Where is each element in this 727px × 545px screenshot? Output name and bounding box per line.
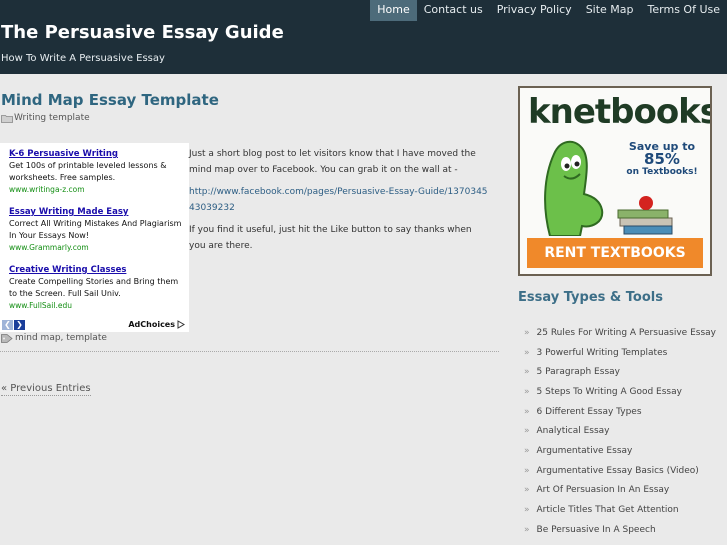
adchoices[interactable]: AdChoices [128,320,185,329]
sidebar-item-label[interactable]: Argumentative Essay [537,446,633,456]
bullet-icon: » [524,485,530,496]
sidebar-item[interactable]: » 6 Different Essay Types [524,402,716,422]
post-tags: mind map, template [1,333,107,343]
ad-item: K-6 Persuasive Writing Get 100s of print… [9,148,187,195]
nav-contact-us[interactable]: Contact us [417,0,490,21]
folder-icon [1,114,13,123]
bullet-icon: » [524,386,530,397]
post-paragraph: Just a short blog post to let visitors k… [189,149,476,175]
sidebar-item-label[interactable]: 6 Different Essay Types [537,407,642,417]
ad-item: Essay Writing Made Easy Correct All Writ… [9,206,187,253]
ad-next-button[interactable]: ❯ [14,320,25,330]
post-category: Writing template [1,113,90,123]
bullet-icon: » [524,347,530,358]
site-title[interactable]: The Persuasive Essay Guide [1,22,284,43]
tag-icon [1,333,13,343]
sidebar-item[interactable]: » 5 Paragraph Essay [524,362,716,382]
sidebar-item-label[interactable]: Article Titles That Get Attention [537,505,679,515]
post-tags-links[interactable]: mind map, template [15,333,107,343]
knetbooks-banner[interactable]: knetbooks Save up to 85% on Textbooks! R… [518,86,712,276]
sidebar-item[interactable]: » Article Titles That Get Attention [524,500,716,520]
books-apple-icon [617,196,673,235]
sidebar-item-label[interactable]: 25 Rules For Writing A Persuasive Essay [537,328,716,338]
post-paragraph: If you find it useful, just hit the Like… [189,225,472,251]
banner-logo: knetbooks [528,92,712,132]
sidebar-item[interactable]: » 3 Powerful Writing Templates [524,343,716,363]
sidebar-item[interactable]: » 25 Rules For Writing A Persuasive Essay [524,323,716,343]
sidebar-item-label[interactable]: Be Persuasive In A Speech [537,525,656,535]
nav-home[interactable]: Home [370,0,417,21]
post-divider [0,351,499,352]
mascot-icon [544,140,604,236]
sidebar-item-label[interactable]: Art Of Persuasion In An Essay [537,485,670,495]
sidebar-item[interactable]: » Art Of Persuasion In An Essay [524,481,716,501]
sidebar-item-label[interactable]: Analytical Essay [537,426,610,436]
save-line-3: on Textbooks! [626,167,698,177]
nav-privacy-policy[interactable]: Privacy Policy [490,0,579,21]
nav-site-map[interactable]: Site Map [579,0,641,21]
ad-title[interactable]: Essay Writing Made Easy [9,206,187,218]
site-header: Home Contact us Privacy Policy Site Map … [0,0,727,74]
banner-save-text: Save up to 85% on Textbooks! [612,140,710,179]
post-body: Just a short blog post to let visitors k… [189,146,489,254]
bullet-icon: » [524,505,530,516]
ad-url[interactable]: www.FullSail.edu [9,300,187,311]
bullet-icon: » [524,367,530,378]
post-title[interactable]: Mind Map Essay Template [1,91,219,109]
sidebar-item-label[interactable]: 5 Paragraph Essay [537,367,620,377]
post-category-link[interactable]: Writing template [14,113,90,123]
sidebar-item-label[interactable]: 5 Steps To Writing A Good Essay [537,387,682,397]
sidebar-item[interactable]: » Be Persuasive In A Speech [524,520,716,540]
sidebar-item[interactable]: » Argumentative Essay [524,441,716,461]
ad-url[interactable]: www.writinga-z.com [9,184,187,195]
bullet-icon: » [524,445,530,456]
ad-text: Correct All Writing Mistakes And Plagiar… [9,219,182,240]
previous-entries-link[interactable]: « Previous Entries [1,383,91,396]
sidebar-title: Essay Types & Tools [518,290,663,305]
ad-text: Get 100s of printable leveled lessons & … [9,161,167,182]
ad-url[interactable]: www.Grammarly.com [9,242,187,253]
bullet-icon: » [524,406,530,417]
rent-textbooks-button[interactable]: RENT TEXTBOOKS [527,238,703,268]
ad-nav: ❮ ❯ [2,320,26,330]
save-line-2: 85% [644,150,680,168]
ad-title[interactable]: K-6 Persuasive Writing [9,148,187,160]
bullet-icon: » [524,426,530,437]
sidebar-item[interactable]: » 5 Steps To Writing A Good Essay [524,382,716,402]
top-nav: Home Contact us Privacy Policy Site Map … [370,0,727,21]
sidebar-item-label[interactable]: 3 Powerful Writing Templates [537,348,668,358]
ad-prev-button[interactable]: ❮ [2,320,13,330]
sidebar-item-label[interactable]: Argumentative Essay Basics (Video) [537,466,699,476]
bullet-icon: » [524,327,530,338]
bullet-icon: » [524,465,530,476]
adchoices-icon [177,320,185,329]
nav-terms-of-use[interactable]: Terms Of Use [641,0,727,21]
ad-item: Creative Writing Classes Create Compelli… [9,264,187,311]
site-description: How To Write A Persuasive Essay [1,53,165,64]
ad-title[interactable]: Creative Writing Classes [9,264,187,276]
sidebar-item[interactable]: » Analytical Essay [524,421,716,441]
bullet-icon: » [524,524,530,535]
ad-text: Create Compelling Stories and Bring them… [9,277,179,298]
sidebar-list: » 25 Rules For Writing A Persuasive Essay… [524,323,716,540]
ad-box: K-6 Persuasive Writing Get 100s of print… [0,143,189,332]
adchoices-label: AdChoices [128,320,175,329]
sidebar-item[interactable]: » Argumentative Essay Basics (Video) [524,461,716,481]
facebook-link[interactable]: http://www.facebook.com/pages/Persuasive… [189,187,488,213]
